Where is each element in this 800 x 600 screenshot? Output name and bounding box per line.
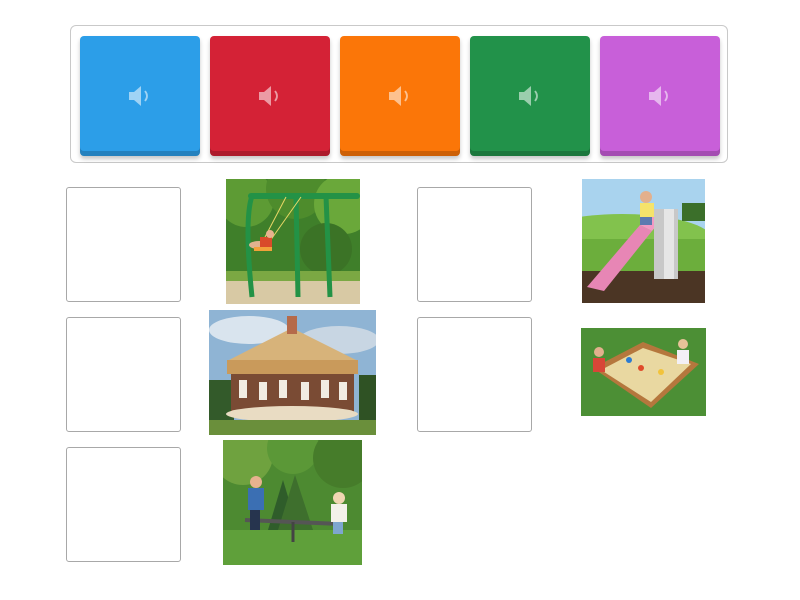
drop-target-sandbox[interactable]	[417, 317, 532, 432]
speaker-icon	[649, 86, 668, 106]
speaker-icon	[129, 86, 148, 106]
speaker-icon	[259, 86, 278, 106]
seesaw-picture	[223, 440, 362, 565]
slide-picture	[582, 179, 705, 303]
sound-tile-red[interactable]	[210, 36, 330, 156]
drop-target-seesaw[interactable]	[66, 447, 181, 562]
drop-target-carousel[interactable]	[66, 317, 181, 432]
sandbox-picture	[581, 328, 706, 416]
sound-tile-orange[interactable]	[340, 36, 460, 156]
speaker-icon	[519, 86, 538, 106]
answer-tray	[70, 25, 728, 163]
swing-picture	[226, 179, 360, 304]
carousel-picture	[209, 310, 376, 435]
sound-tile-purple[interactable]	[600, 36, 720, 156]
drop-target-slide[interactable]	[417, 187, 532, 302]
sound-tile-blue[interactable]	[80, 36, 200, 156]
speaker-icon	[389, 86, 408, 106]
sound-tile-green[interactable]	[470, 36, 590, 156]
drop-target-swing[interactable]	[66, 187, 181, 302]
